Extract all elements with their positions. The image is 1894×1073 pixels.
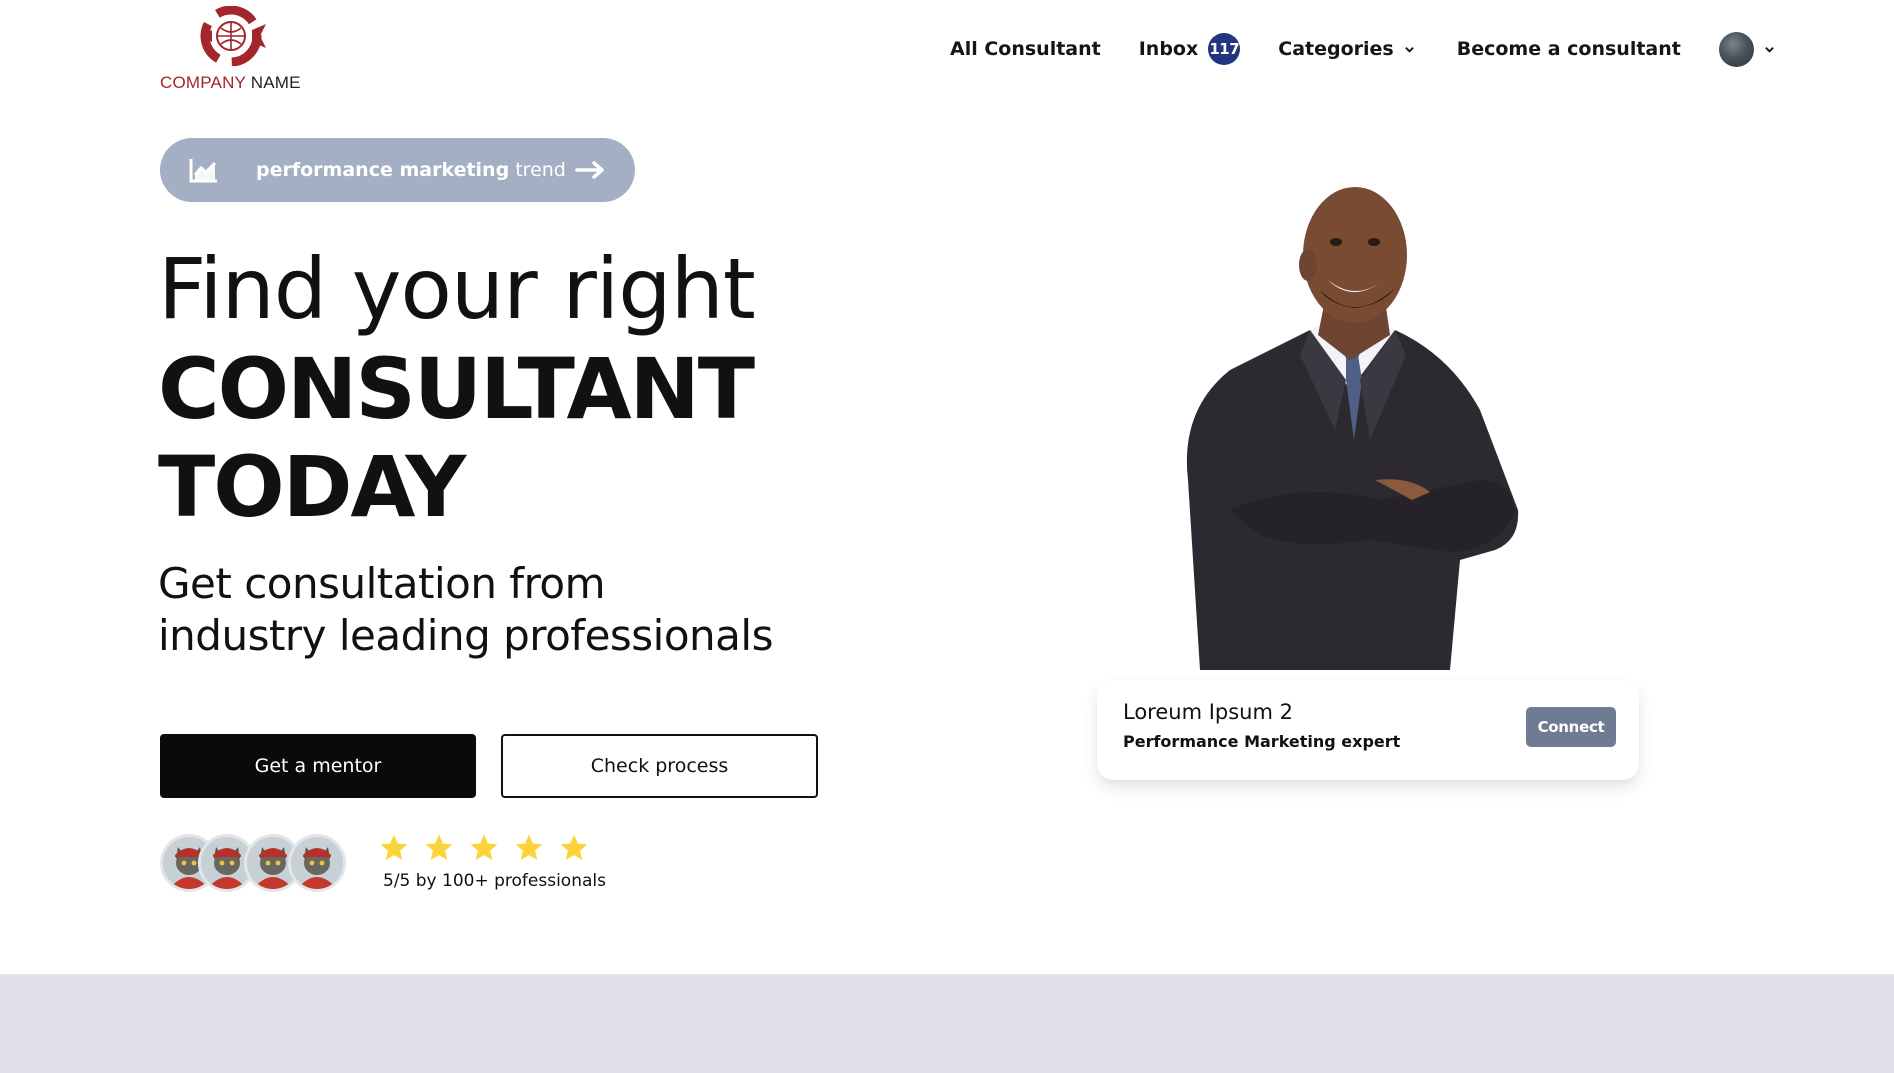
nav-inbox-label: Inbox (1138, 38, 1199, 60)
reviewer-avatar (288, 834, 346, 892)
consultant-card: Loreum Ipsum 2 Performance Marketing exp… (1097, 680, 1639, 780)
get-mentor-button[interactable]: Get a mentor (160, 734, 476, 798)
nav-inbox[interactable]: Inbox 117 (1139, 33, 1241, 65)
hero-subtitle-line-2: industry leading professionals (158, 611, 773, 660)
nav-all-consultant[interactable]: All Consultant (950, 38, 1101, 60)
hero-subtitle: Get consultation from industry leading p… (158, 558, 773, 662)
connect-button[interactable]: Connect (1526, 707, 1616, 747)
user-avatar (1718, 31, 1754, 67)
consultant-name: Loreum Ipsum 2 (1123, 700, 1293, 724)
star-icon (425, 834, 453, 860)
headline-line-1: Find your right (158, 240, 756, 338)
next-section-band (0, 974, 1894, 1073)
rating-stars (378, 832, 603, 864)
headline-line-2: CONSULTANT (158, 340, 755, 438)
trend-pill-link[interactable]: performance marketing trend (160, 138, 635, 202)
star-icon (515, 834, 543, 860)
arrow-right-icon (575, 161, 604, 179)
star-icon (560, 834, 588, 860)
headline-line-3: TODAY (158, 438, 466, 536)
logo-text: COMPANY NAME (160, 73, 301, 92)
star-icon (470, 834, 498, 860)
star-icon (380, 834, 408, 860)
nav-all-consultant-label: All Consultant (950, 38, 1101, 60)
top-nav: All Consultant Inbox 117 Categories Beco… (950, 30, 1775, 68)
nav-become-consultant[interactable]: Become a consultant (1457, 38, 1681, 60)
rating-text: 5/5 by 100+ professionals (383, 871, 606, 891)
check-process-button[interactable]: Check process (501, 734, 818, 798)
nav-categories-dropdown[interactable]: Categories (1278, 38, 1414, 60)
company-logo[interactable]: COMPANY NAME (158, 6, 300, 92)
trend-pill-text: performance marketing trend (256, 159, 566, 181)
hero-subtitle-line-1: Get consultation from (158, 559, 606, 608)
inbox-count-badge: 117 (1208, 33, 1241, 65)
chevron-down-icon (1765, 46, 1774, 53)
reviewer-avatars (160, 834, 360, 894)
user-menu[interactable] (1718, 31, 1775, 67)
nav-categories-label: Categories (1278, 38, 1394, 60)
trend-chart-icon (189, 159, 217, 183)
logo-globe-icon (200, 6, 266, 66)
consultant-role: Performance Marketing expert (1123, 732, 1401, 751)
chevron-down-icon (1404, 46, 1414, 53)
nav-become-consultant-label: Become a consultant (1456, 38, 1681, 60)
consultant-photo (1186, 187, 1519, 670)
